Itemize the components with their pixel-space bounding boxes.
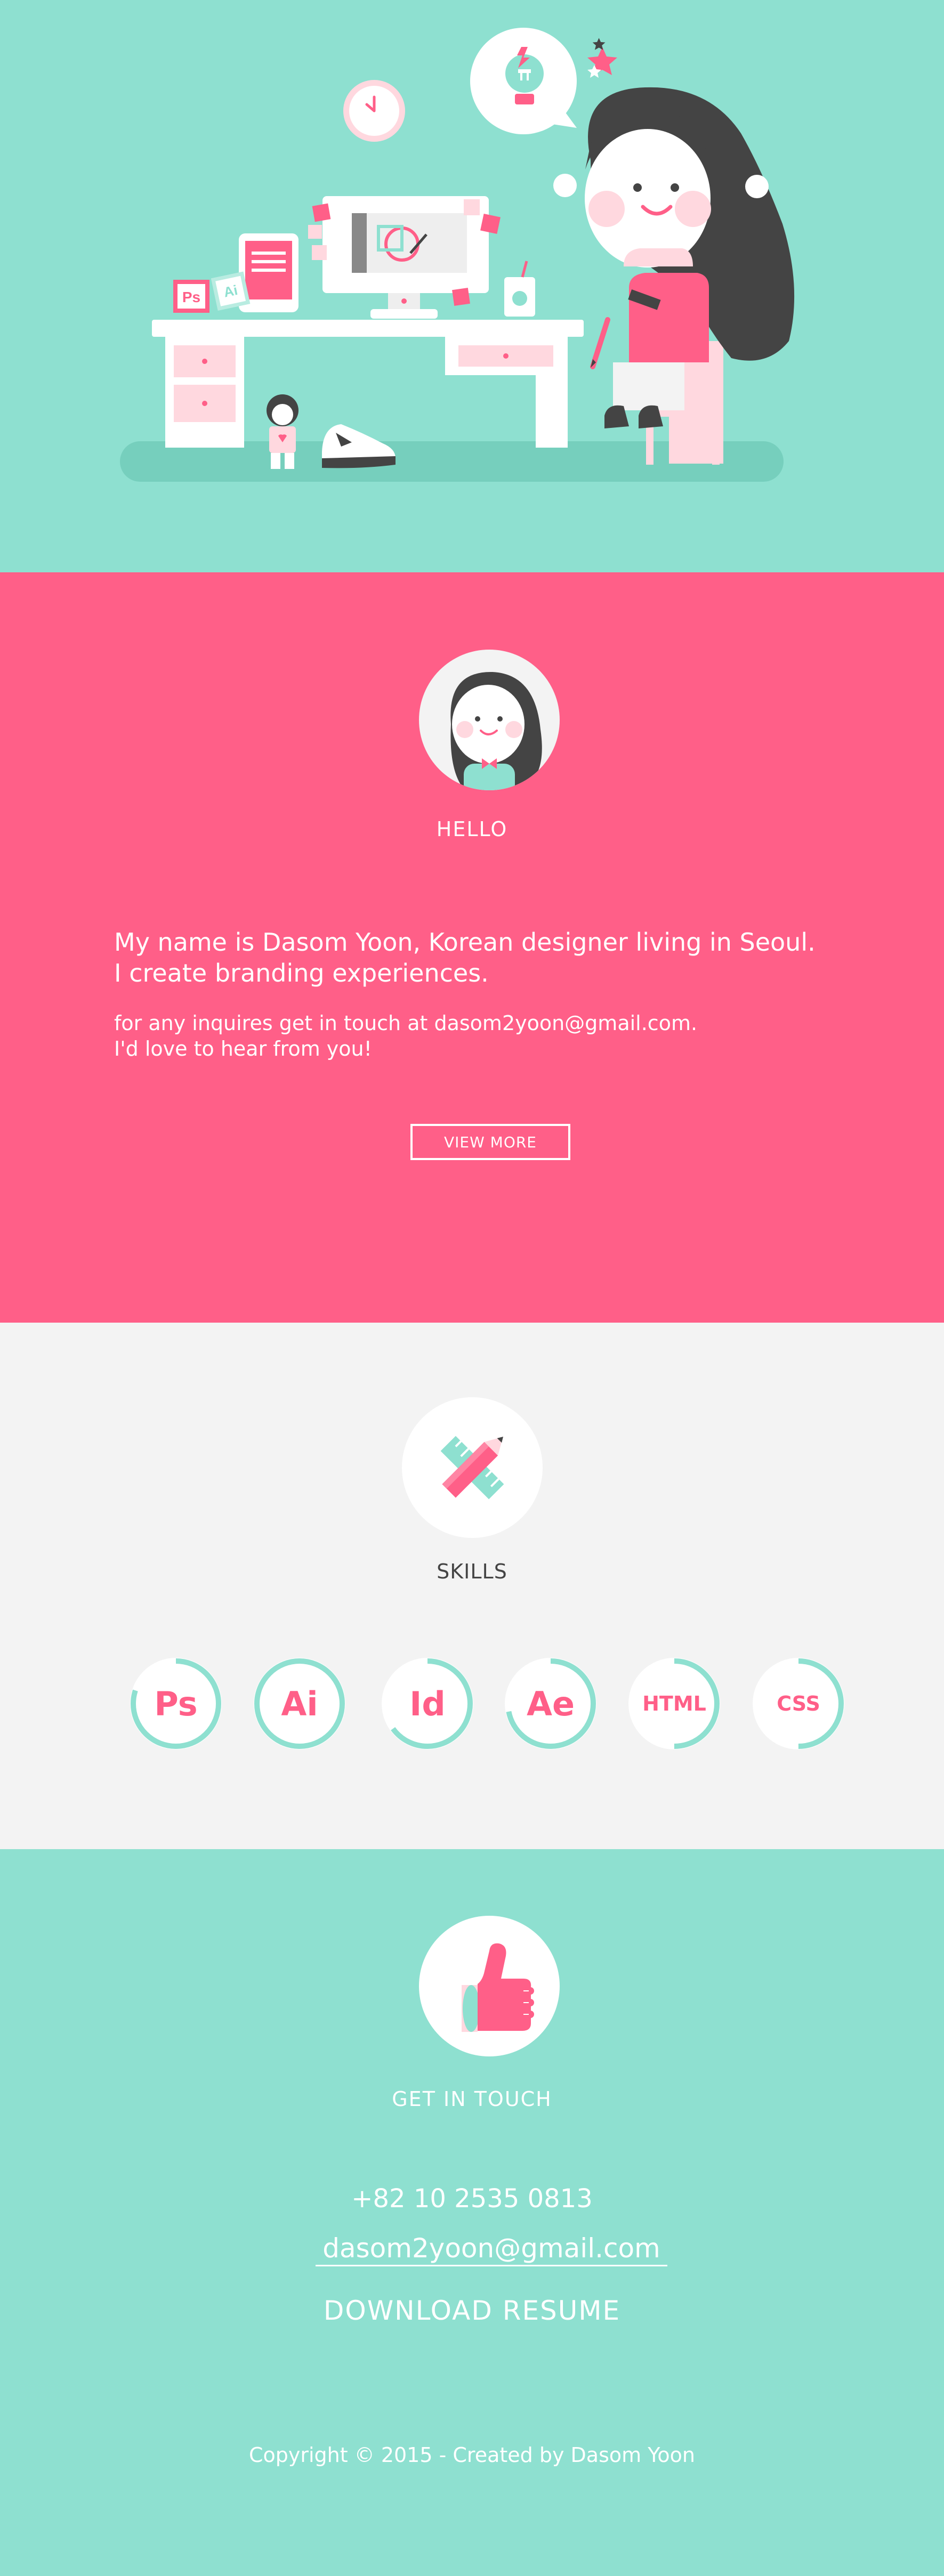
skill-label: Ai <box>281 1684 318 1723</box>
ps-badge-icon: Ps <box>173 280 209 313</box>
intro-text: My name is Dasom Yoon, Korean designer l… <box>114 927 860 989</box>
about-section: HELLO My name is Dasom Yoon, Korean desi… <box>0 572 944 1323</box>
skill-label: HTML <box>642 1692 706 1715</box>
skill-ring-ai: Ai <box>252 1656 348 1752</box>
ps-badge-label: Ps <box>182 289 200 305</box>
skill-ring-ae: Ae <box>503 1656 599 1752</box>
skill-ring-ps: Ps <box>128 1656 224 1752</box>
intro-line: I create branding experiences. <box>114 959 489 987</box>
inquiry-line: for any inquires get in touch at dasom2y… <box>114 1011 698 1035</box>
pencil-ruler-icon <box>402 1397 543 1538</box>
hero-illustration: Ps Ai <box>120 28 795 482</box>
skill-label: Ae <box>526 1684 575 1723</box>
clock-icon <box>343 80 405 142</box>
skills-heading: SKILLS <box>437 1560 507 1583</box>
download-resume-link[interactable]: DOWNLOAD RESUME <box>0 2295 944 2326</box>
skill-ring-id: Id <box>380 1656 475 1752</box>
contact-heading: GET IN TOUCH <box>392 2087 552 2111</box>
stars-decoration <box>587 38 617 78</box>
skill-ring-css: CSS <box>751 1656 846 1752</box>
contact-section: GET IN TOUCH +82 10 2535 0813 dasom2yoon… <box>0 1849 944 2576</box>
phone-number[interactable]: +82 10 2535 0813 <box>0 2184 944 2214</box>
skill-ring-html: HTML <box>626 1656 722 1752</box>
skill-label: Id <box>409 1684 446 1723</box>
inquiry-text: for any inquires get in touch at dasom2y… <box>114 1010 860 1062</box>
girl-illustration <box>553 87 795 428</box>
about-heading: HELLO <box>436 817 508 841</box>
skill-label: CSS <box>777 1692 820 1715</box>
girl-avatar-icon <box>419 650 560 790</box>
skill-label: Ps <box>154 1684 198 1723</box>
thumbs-up-icon <box>419 1916 560 2056</box>
intro-line: My name is Dasom Yoon, Korean designer l… <box>114 928 816 957</box>
skills-section: SKILLS Ps Ai Id Ae HTML CSS <box>0 1323 944 1849</box>
view-more-button[interactable]: VIEW MORE <box>410 1124 570 1160</box>
email-link[interactable]: dasom2yoon@gmail.com <box>316 2233 667 2266</box>
sneaker-icon <box>322 424 396 468</box>
ai-badge-icon: Ai <box>211 271 251 311</box>
lightbulb-icon <box>470 28 577 134</box>
inquiry-line: I'd love to hear from you! <box>114 1037 372 1060</box>
copyright-text: Copyright © 2015 - Created by Dasom Yoon <box>248 2443 695 2467</box>
hero-section: Ps Ai <box>0 0 944 572</box>
